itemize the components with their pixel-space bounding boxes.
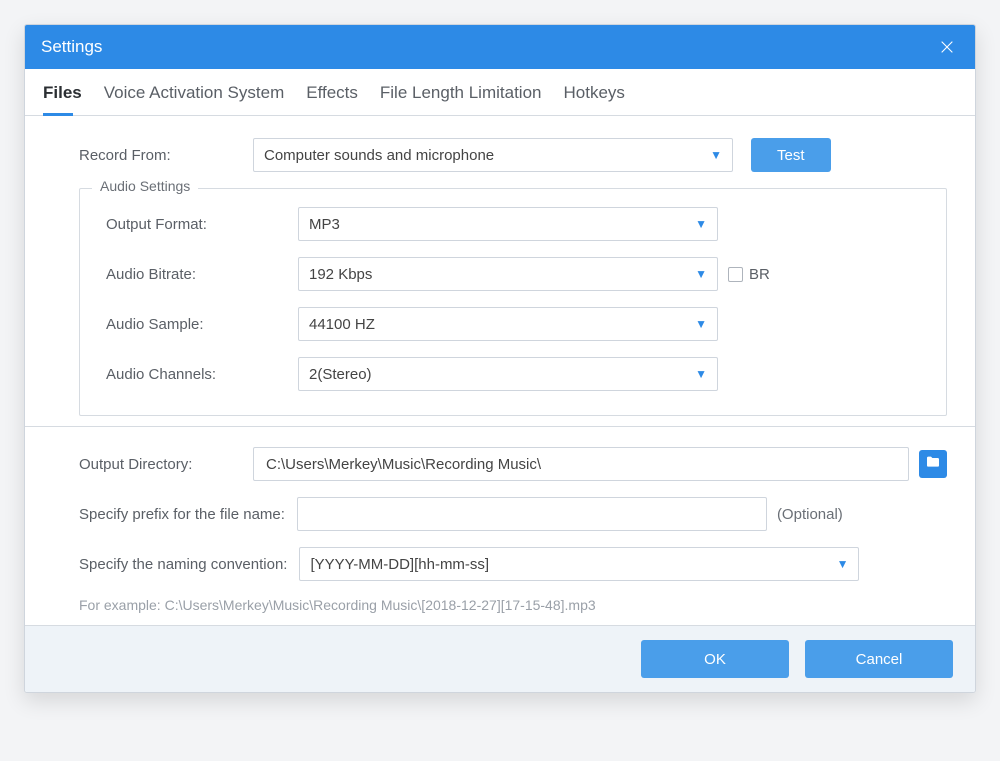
separator [25,426,975,427]
br-checkbox[interactable]: BR [728,266,770,283]
ok-button[interactable]: OK [641,640,789,678]
tab-fll[interactable]: File Length Limitation [380,83,542,115]
browse-button[interactable] [919,450,947,478]
output-format-select[interactable]: MP3 ▼ [298,207,718,241]
output-dir-input[interactable] [264,455,898,474]
channels-label: Audio Channels: [98,366,298,383]
sample-select[interactable]: 44100 HZ ▼ [298,307,718,341]
window-title: Settings [41,37,102,57]
test-button[interactable]: Test [751,138,831,172]
naming-label: Specify the naming convention: [53,556,299,573]
output-format-value: MP3 [309,216,695,233]
row-output-dir: Output Directory: [53,447,947,481]
audio-settings-legend: Audio Settings [92,178,198,194]
tab-files[interactable]: Files [43,83,82,115]
row-output-format: Output Format: MP3 ▼ [98,207,928,241]
row-prefix: Specify prefix for the file name: (Optio… [53,497,947,531]
chevron-down-icon: ▼ [837,557,849,571]
bitrate-value: 192 Kbps [309,266,695,283]
br-checkbox-label: BR [749,266,770,283]
tab-effects[interactable]: Effects [306,83,358,115]
channels-select[interactable]: 2(Stereo) ▼ [298,357,718,391]
row-naming: Specify the naming convention: [YYYY-MM-… [53,547,947,581]
output-format-label: Output Format: [98,216,298,233]
settings-window: Settings Files Voice Activation System E… [24,24,976,693]
chevron-down-icon: ▼ [695,217,707,231]
bitrate-label: Audio Bitrate: [98,266,298,283]
record-from-value: Computer sounds and microphone [264,147,710,164]
row-sample: Audio Sample: 44100 HZ ▼ [98,307,928,341]
tabs: Files Voice Activation System Effects Fi… [25,69,975,116]
folder-icon [925,454,941,474]
prefix-field[interactable] [297,497,767,531]
tab-vas[interactable]: Voice Activation System [104,83,284,115]
chevron-down-icon: ▼ [695,317,707,331]
sample-value: 44100 HZ [309,316,695,333]
audio-settings-group: Audio Settings Output Format: MP3 ▼ Audi… [79,188,947,416]
channels-value: 2(Stereo) [309,366,695,383]
titlebar: Settings [25,25,975,69]
prefix-label: Specify prefix for the file name: [53,506,297,523]
row-bitrate: Audio Bitrate: 192 Kbps ▼ BR [98,257,928,291]
example-hint: For example: C:\Users\Merkey\Music\Recor… [53,597,947,613]
chevron-down-icon: ▼ [695,267,707,281]
footer: OK Cancel [25,625,975,692]
naming-value: [YYYY-MM-DD][hh-mm-ss] [310,556,836,573]
chevron-down-icon: ▼ [710,148,722,162]
close-icon[interactable] [935,35,959,59]
bitrate-select[interactable]: 192 Kbps ▼ [298,257,718,291]
naming-select[interactable]: [YYYY-MM-DD][hh-mm-ss] ▼ [299,547,859,581]
row-record-from: Record From: Computer sounds and microph… [53,138,947,172]
record-from-select[interactable]: Computer sounds and microphone ▼ [253,138,733,172]
tab-hotkeys[interactable]: Hotkeys [563,83,624,115]
record-from-label: Record From: [53,147,253,164]
checkbox-box-icon [728,267,743,282]
panel-files: Record From: Computer sounds and microph… [25,116,975,625]
cancel-button[interactable]: Cancel [805,640,953,678]
optional-label: (Optional) [777,506,843,523]
output-dir-field[interactable] [253,447,909,481]
chevron-down-icon: ▼ [695,367,707,381]
output-dir-label: Output Directory: [53,456,253,473]
row-channels: Audio Channels: 2(Stereo) ▼ [98,357,928,391]
sample-label: Audio Sample: [98,316,298,333]
prefix-input[interactable] [308,505,756,524]
